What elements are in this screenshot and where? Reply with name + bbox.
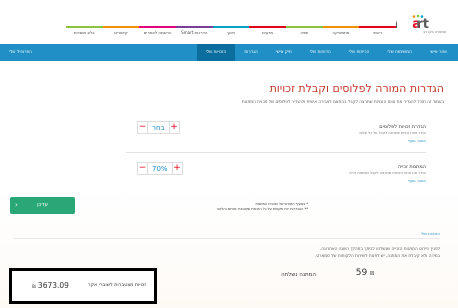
top-nav-item[interactable]: שפה	[285, 26, 323, 38]
rights-plus-button[interactable]: +	[168, 120, 180, 134]
currency-symbol: ₪	[370, 271, 374, 277]
tab-my-classes[interactable]: הכיתות שלי	[340, 44, 379, 61]
divider	[126, 152, 426, 153]
top-nav-item[interactable]: מדעים	[249, 26, 286, 38]
top-nav-item[interactable]: ראשי	[359, 26, 396, 38]
gift-value-input[interactable]: 70%	[148, 161, 172, 175]
tab-my-tasks[interactable]: המשימות שלי	[378, 44, 420, 61]
top-nav-item[interactable]: בלוג מוסדות	[65, 26, 103, 38]
top-nav-item[interactable]: קישורים	[102, 26, 140, 38]
rights-minus-button[interactable]: −	[137, 120, 148, 134]
rights-setting-description: הגדר טווח זכויות שתרצה לקבל על כל פלוס	[359, 131, 426, 135]
accumulated-value: 3673.09	[37, 281, 69, 290]
info-text: לפניך פירוט המתנות הזכייה שנשלחו לביתך ב…	[319, 246, 440, 251]
rights-stepper: − בחר +	[137, 120, 180, 134]
page: sm a rt סמארט בקו רב ראשי מתמטיקה שפה מד…	[0, 0, 458, 308]
note-line: ** ההגדרות יהיו תקפות על כל הזכויות שיצט…	[216, 207, 308, 211]
update-button[interactable]: ‹ עדכן	[10, 197, 75, 214]
page-subtitle: בעמוד זה תוכל להגדיר את טווח הזכויות שתר…	[241, 99, 444, 104]
tab-personal-file[interactable]: תיק אישי	[267, 44, 301, 61]
gift-setting-label: המתנות זכייה	[397, 164, 426, 170]
top-nav-item[interactable]: חינוך	[212, 26, 250, 38]
tab-personal-area[interactable]: אזור אישי	[421, 44, 456, 61]
tab-my-rights[interactable]: הזכויות שלי	[196, 44, 236, 61]
gift-stepper: − 70% +	[137, 161, 183, 175]
tab-settings[interactable]: הגדרות	[235, 44, 266, 61]
gift-plus-button[interactable]: +	[171, 161, 183, 175]
accumulated-label: זכויות מצטברות לשוברי אקר	[87, 283, 146, 288]
gift-sent-value: 59	[355, 268, 368, 278]
rights-setting-label: הגדרת זכויות לפלוסים	[379, 124, 426, 130]
rights-more-info-link[interactable]: הסבר נוסף	[408, 138, 426, 143]
update-button-label: עדכן	[37, 202, 48, 208]
gift-minus-button[interactable]: −	[137, 161, 148, 175]
main-tabs: אזור אישי המשימות שלי הכיתות שלי הדוחות …	[0, 44, 458, 61]
svg-text:sm: sm	[396, 17, 398, 32]
top-nav-item[interactable]: הרשמה לאתרים	[139, 26, 176, 38]
info-text: במידה ולא קיבלת את המתנה, יש לפנות לשירו…	[315, 253, 440, 258]
gift-sent-label: המתנה נשלחה	[281, 272, 316, 278]
top-nav-item[interactable]: מתמטיקה	[322, 26, 360, 38]
gift-more-info-link[interactable]: הסבר נוסף	[408, 178, 426, 183]
my-rights-link[interactable]: הזכויות שלי	[421, 231, 440, 236]
currency-symbol: ₪	[32, 285, 36, 290]
page-title: הגדרות המורה לפלוסים וקבלת זכויות	[269, 82, 444, 95]
top-header: sm a rt סמארט בקו רב ראשי מתמטיקה שפה מד…	[0, 0, 458, 42]
accumulated-amount: ₪ 3673.09	[32, 281, 69, 290]
chevron-left-icon: ‹	[15, 201, 18, 209]
notes: * בסעיף הקודם של תוכנית המתנות ** ההגדרו…	[158, 202, 308, 212]
gift-setting-description: הגדר את אחוז הזכויות שתרצה לקבל כמתנות ז…	[349, 171, 426, 175]
smart-logo-icon: sm a rt	[396, 14, 429, 32]
top-nav-item[interactable]: הדרכות Smart	[175, 26, 213, 38]
tab-my-reports[interactable]: הדוחות שלי	[301, 44, 340, 61]
tab-my-profile[interactable]: הפרופיל שלי	[0, 44, 41, 61]
top-navigation: ראשי מתמטיקה שפה מדעים חינוך הדרכות Smar…	[65, 26, 396, 38]
smart-logo[interactable]: sm a rt סמארט בקו רב	[396, 14, 452, 38]
accumulated-rights-box: ₪ 3673.09 זכויות מצטברות לשוברי אקר	[9, 268, 157, 304]
logo-subtitle: סמארט בקו רב	[423, 30, 446, 34]
divider	[14, 238, 440, 239]
gift-sent-amount: 59 ₪	[356, 268, 374, 278]
rights-value-select[interactable]: בחר	[148, 120, 169, 134]
